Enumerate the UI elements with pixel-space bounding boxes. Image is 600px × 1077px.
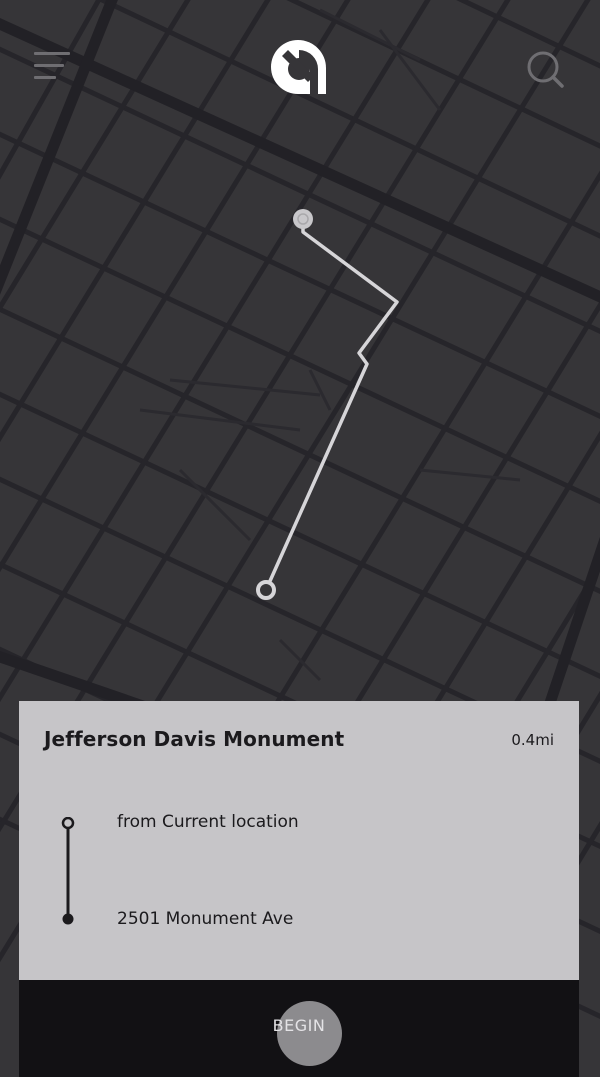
destination-address: 2501 Monument Ave [117,909,294,929]
route-destination-marker [293,209,313,229]
route-start-marker [256,580,276,600]
route-summary-icon [61,817,75,925]
destination-title: Jefferson Davis Monument [44,727,345,751]
begin-button[interactable] [277,1001,342,1066]
search-icon[interactable] [522,46,568,92]
navigation-screen: Jefferson Davis Monument 0.4mi from Curr… [0,0,600,1077]
route-card: Jefferson Davis Monument 0.4mi from Curr… [19,701,579,980]
origin-label: from Current location [117,812,299,832]
hamburger-menu-icon[interactable] [30,46,74,86]
app-logo-icon [271,40,326,94]
distance-label: 0.4mi [511,731,554,749]
action-bar: BEGIN [19,980,579,1077]
